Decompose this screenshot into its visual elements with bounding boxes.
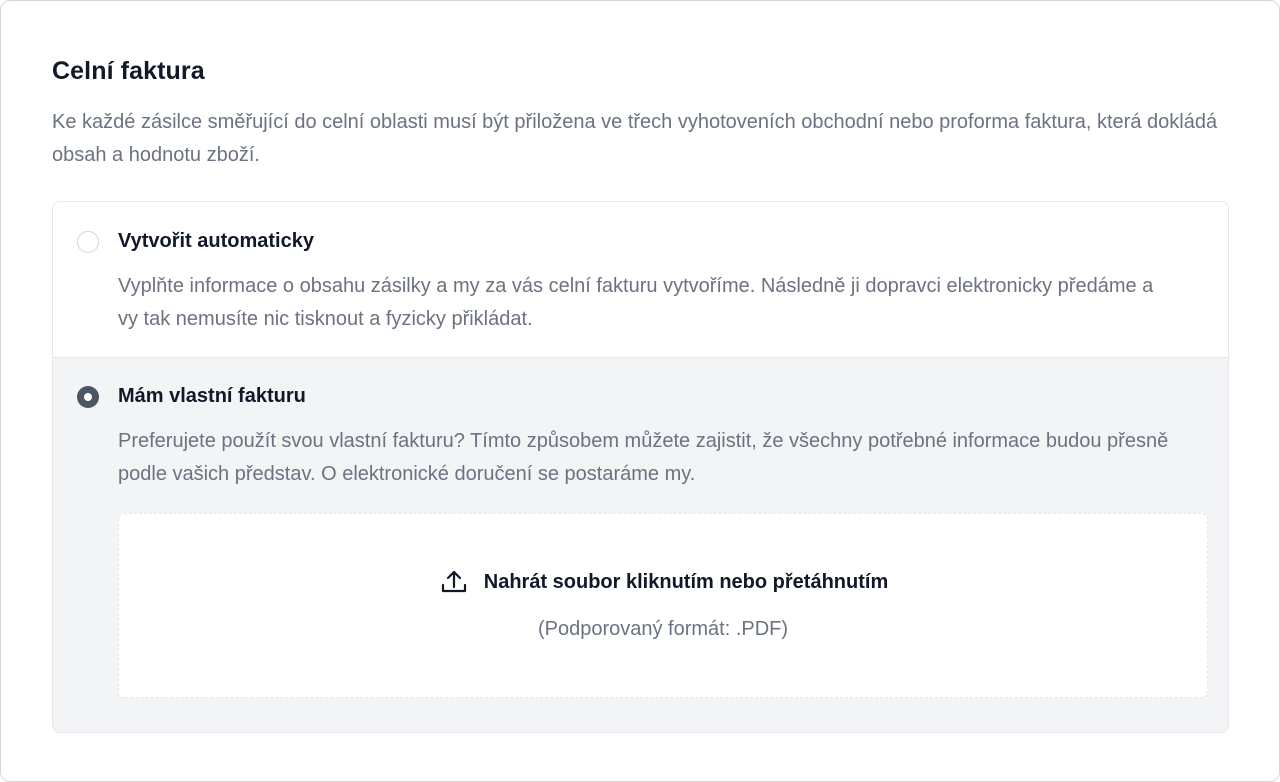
option-own-invoice-description: Preferujete použít svou vlastní fakturu?…: [118, 430, 1169, 485]
upload-icon: [441, 570, 466, 593]
option-own-invoice[interactable]: Mám vlastní fakturu Preferujete použít s…: [53, 357, 1228, 732]
customs-invoice-card: Celní faktura Ke každé zásilce směřující…: [0, 0, 1280, 782]
invoice-options: Vytvořit automaticky Vyplňte informace o…: [52, 201, 1229, 733]
option-auto-create[interactable]: Vytvořit automaticky Vyplňte informace o…: [53, 202, 1228, 357]
option-auto-create-label: Vytvořit automaticky: [118, 230, 314, 252]
option-auto-create-description: Vyplňte informace o obsahu zásilky a my …: [118, 275, 1154, 330]
radio-own-invoice[interactable]: [77, 386, 99, 408]
upload-format-hint: (Podporovaný formát: .PDF): [537, 618, 789, 640]
section-title: Celní faktura: [52, 57, 205, 85]
option-own-invoice-label: Mám vlastní fakturu: [118, 385, 306, 407]
upload-label: Nahrát soubor kliknutím nebo přetáhnutím: [483, 570, 889, 593]
section-description: Ke každé zásilce směřující do celní obla…: [52, 111, 1218, 166]
radio-auto-create[interactable]: [77, 231, 99, 253]
file-upload-dropzone[interactable]: Nahrát soubor kliknutím nebo přetáhnutím…: [118, 513, 1208, 698]
